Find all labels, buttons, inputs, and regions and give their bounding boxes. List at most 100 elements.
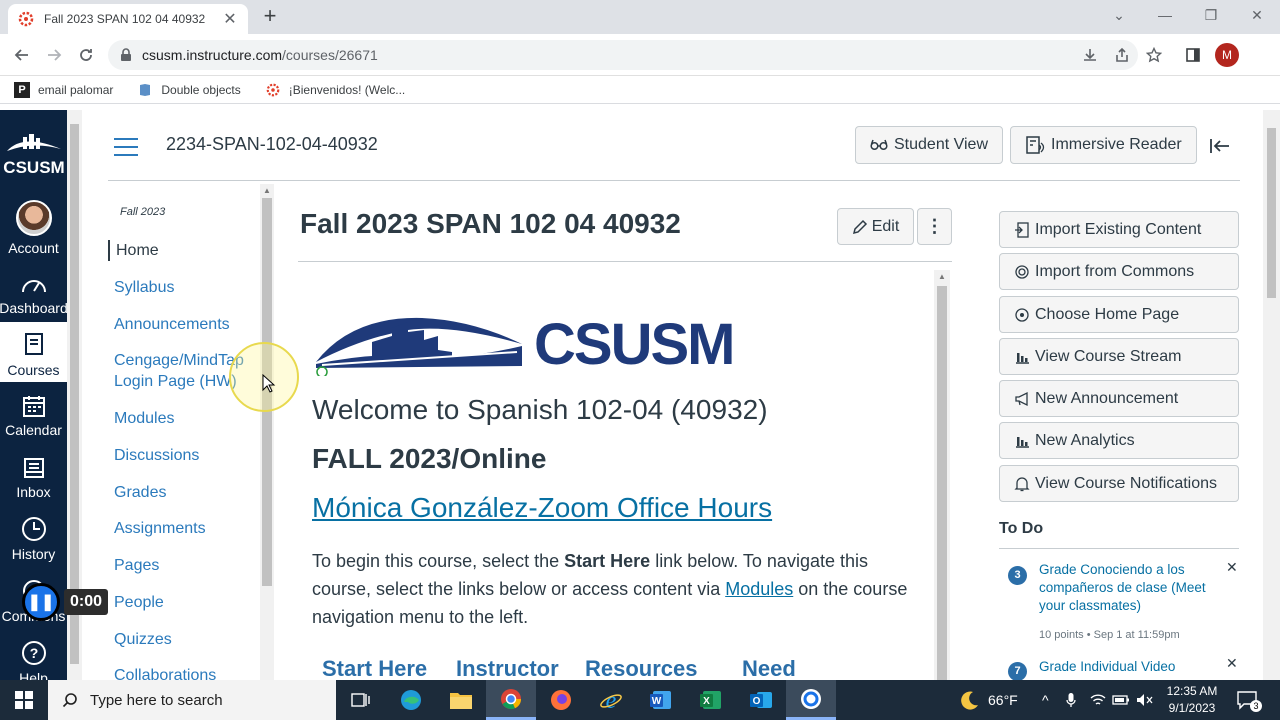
bookmark-double-objects[interactable]: Double objects (137, 82, 241, 98)
firefox-icon[interactable] (536, 680, 586, 720)
course-nav-syllabus[interactable]: Syllabus (114, 277, 174, 298)
tab-search-icon[interactable]: ⌄ (1096, 0, 1142, 30)
file-explorer-icon[interactable] (436, 680, 486, 720)
todo-link[interactable]: Grade Individual Video (1039, 658, 1219, 676)
course-nav-announcements[interactable]: Announcements (114, 314, 230, 335)
edge-icon[interactable] (386, 680, 436, 720)
course-nav-people[interactable]: People (114, 592, 164, 613)
dismiss-icon[interactable]: ✕ (1226, 559, 1238, 576)
student-view-button[interactable]: Student View (855, 126, 1003, 164)
course-nav-collaborations[interactable]: Collaborations (114, 665, 216, 680)
course-nav-home[interactable]: Home (108, 240, 159, 261)
collapse-sidebar-icon[interactable] (1208, 134, 1232, 158)
need-link[interactable]: Need (742, 656, 796, 680)
course-nav-discussions[interactable]: Discussions (114, 445, 199, 466)
nav-account[interactable]: Account (0, 200, 67, 260)
session-heading: FALL 2023/Online (312, 443, 547, 474)
import-existing-content-button[interactable]: Import Existing Content (999, 211, 1239, 248)
taskbar-search-box[interactable]: Type here to search (48, 680, 336, 720)
more-options-button[interactable]: ⋮ (917, 208, 952, 245)
tab-title: Fall 2023 SPAN 102 04 40932 (44, 12, 206, 26)
todo-meta: 10 points • Sep 1 at 11:59pm (1039, 629, 1180, 641)
instructor-link[interactable]: Instructor (456, 656, 559, 680)
excel-icon[interactable]: X (686, 680, 736, 720)
windows-start-button[interactable] (0, 680, 48, 720)
word-icon[interactable]: W (636, 680, 686, 720)
edit-button[interactable]: Edit (837, 208, 914, 245)
nav-calendar[interactable]: Calendar (0, 382, 67, 442)
course-nav-assignments[interactable]: Assignments (114, 518, 206, 539)
student-view-label: Student View (894, 136, 988, 153)
course-nav-scrollbar[interactable]: ▲ (260, 184, 274, 680)
taskbar-clock[interactable]: 12:35 AM 9/1/2023 (1162, 683, 1222, 717)
microphone-icon[interactable] (1066, 680, 1076, 720)
back-arrow-icon (14, 49, 28, 61)
target-icon (1015, 307, 1029, 322)
course-nav-modules[interactable]: Modules (114, 408, 174, 429)
nav-dashboard[interactable]: Dashboard (0, 260, 68, 320)
back-button[interactable] (10, 43, 34, 67)
csusm-logo[interactable]: CSUSM (0, 120, 67, 190)
minimize-button[interactable]: — (1142, 0, 1188, 30)
courses-icon (24, 333, 43, 355)
todo-link[interactable]: Grade Conociendo a los compañeros de cla… (1039, 561, 1219, 615)
course-nav-quizzes[interactable]: Quizzes (114, 629, 172, 650)
resources-link[interactable]: Resources (585, 656, 698, 680)
content-scrollbar[interactable]: ▲ (934, 270, 950, 680)
profile-avatar[interactable]: M (1215, 43, 1239, 67)
breadcrumb-course-code[interactable]: 2234-SPAN-102-04-40932 (166, 134, 378, 155)
nav-history[interactable]: History (0, 506, 67, 566)
bookmark-bienvenidos[interactable]: ¡Bienvenidos! (Welc... (265, 82, 405, 98)
screen-recorder-app-icon[interactable] (786, 680, 836, 720)
nav-courses[interactable]: Courses (0, 322, 67, 382)
new-announcement-button[interactable]: New Announcement (999, 380, 1239, 417)
course-nav-pages[interactable]: Pages (114, 555, 159, 576)
hamburger-menu-icon[interactable] (114, 138, 138, 156)
forward-button[interactable] (42, 43, 66, 67)
import-from-commons-button[interactable]: Import from Commons (999, 253, 1239, 290)
weather-widget[interactable]: 66°F (958, 680, 1018, 720)
logo-text: CSUSM (3, 158, 64, 177)
view-course-stream-button[interactable]: View Course Stream (999, 338, 1239, 375)
outlook-icon[interactable]: O (736, 680, 786, 720)
browser-tab[interactable]: Fall 2023 SPAN 102 04 40932 ✕ (8, 4, 248, 34)
help-icon: ? (21, 641, 46, 665)
choose-home-page-button[interactable]: Choose Home Page (999, 296, 1239, 333)
course-nav-grades[interactable]: Grades (114, 482, 166, 503)
windows-logo-icon (15, 691, 33, 709)
wifi-icon[interactable] (1090, 680, 1106, 720)
view-course-notifications-button[interactable]: View Course Notifications (999, 465, 1239, 502)
new-analytics-button[interactable]: New Analytics (999, 422, 1239, 459)
bookmark-star-icon[interactable] (1143, 44, 1165, 66)
windows-taskbar: Type here to search e W X O 66°F ^ 12:35… (0, 680, 1280, 720)
page-scrollbar[interactable] (1263, 110, 1280, 680)
volume-icon[interactable] (1136, 680, 1154, 720)
task-view-icon[interactable] (336, 680, 386, 720)
side-panel-icon[interactable] (1182, 44, 1204, 66)
install-icon[interactable] (1079, 44, 1101, 66)
internet-explorer-icon[interactable]: e (586, 680, 636, 720)
address-bar[interactable]: csusm.instructure.com/courses/26671 (108, 40, 1138, 70)
dismiss-icon[interactable]: ✕ (1226, 658, 1238, 672)
share-icon[interactable] (1111, 44, 1133, 66)
close-window-button[interactable]: ✕ (1234, 0, 1280, 30)
new-tab-button[interactable]: + (258, 4, 282, 28)
immersive-reader-button[interactable]: Immersive Reader (1010, 126, 1197, 164)
pause-icon[interactable]: ❚❚ (22, 583, 60, 621)
close-tab-icon[interactable]: ✕ (222, 9, 238, 29)
battery-icon[interactable] (1112, 680, 1130, 720)
banner-logo-text: CSUSM (534, 312, 733, 376)
reload-button[interactable] (74, 43, 98, 67)
zoom-office-hours-link[interactable]: Mónica González-Zoom Office Hours (312, 492, 772, 524)
calendar-icon (22, 396, 45, 417)
modules-link[interactable]: Modules (725, 579, 793, 599)
bookmark-email-palomar[interactable]: P email palomar (14, 81, 113, 98)
nav-inbox[interactable]: Inbox (0, 444, 67, 504)
screen-recorder-widget[interactable]: ❚❚ 0:00 (22, 583, 109, 621)
show-hidden-icons-icon[interactable]: ^ (1042, 680, 1049, 720)
notifications-button[interactable]: 3 (1236, 680, 1262, 720)
page-title: Fall 2023 SPAN 102 04 40932 (300, 208, 681, 239)
restore-button[interactable]: ❐ (1188, 0, 1234, 30)
chrome-icon[interactable] (486, 680, 536, 720)
start-here-link[interactable]: Start Here (322, 656, 427, 680)
